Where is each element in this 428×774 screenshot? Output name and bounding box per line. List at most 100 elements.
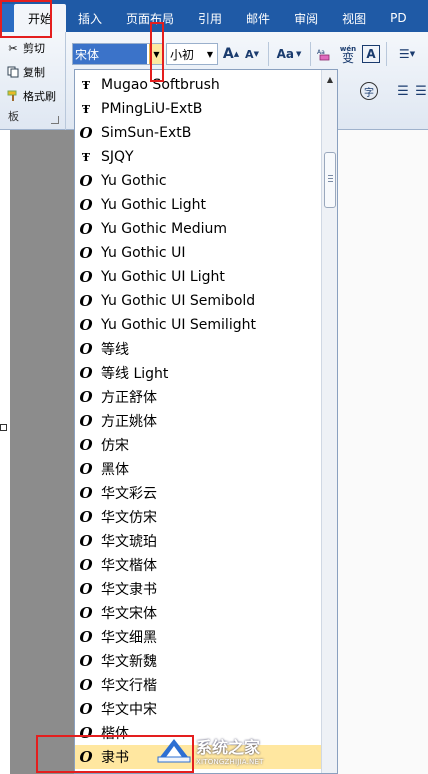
tab-review[interactable]: 审阅 bbox=[282, 4, 330, 32]
font-list-item[interactable]: O 等线 Light bbox=[75, 361, 323, 385]
brush-icon bbox=[6, 89, 20, 103]
font-list-item[interactable]: O SimSun-ExtB bbox=[75, 121, 323, 145]
font-list-item[interactable]: O Yu Gothic UI Semibold bbox=[75, 289, 323, 313]
font-name-label: Yu Gothic bbox=[101, 173, 167, 189]
font-name-label: 黑体 bbox=[101, 462, 129, 478]
opentype-font-icon: O bbox=[79, 268, 93, 286]
font-list-item[interactable]: O 仿宋 bbox=[75, 433, 323, 457]
truetype-font-icon: Ŧ bbox=[81, 150, 91, 164]
format-painter-label: 格式刷 bbox=[23, 90, 56, 103]
watermark: 系统之家 XITONGZHIJIA.NET bbox=[156, 729, 290, 771]
clipboard-group: ✂ 剪切 复制 格式刷 板 bbox=[0, 32, 66, 130]
tab-mailings[interactable]: 邮件 bbox=[234, 4, 282, 32]
phonetic-guide-button[interactable]: wén 变 bbox=[338, 44, 358, 64]
opentype-font-icon: O bbox=[79, 412, 93, 430]
chevron-down-icon[interactable]: ▼ bbox=[203, 44, 217, 64]
character-border-button[interactable]: A bbox=[362, 45, 380, 63]
opentype-font-icon: O bbox=[79, 700, 93, 718]
scroll-thumb[interactable] bbox=[324, 152, 336, 208]
font-list-item[interactable]: O 华文彩云 bbox=[75, 481, 323, 505]
font-list-item[interactable]: O Yu Gothic UI Light bbox=[75, 265, 323, 289]
font-name-label: 方正姚体 bbox=[101, 414, 157, 430]
watermark-name: 系统之家 bbox=[196, 738, 261, 757]
copy-button[interactable]: 复制 bbox=[6, 64, 45, 80]
font-name-label: 等线 bbox=[101, 342, 129, 358]
font-name-label: SimSun-ExtB bbox=[101, 125, 192, 141]
font-list-items: Ŧ Mugao Softbrush Ŧ PMingLiU-ExtB O SimSun-Ex… bbox=[75, 73, 323, 769]
bullets-icon: ☰ bbox=[398, 47, 410, 61]
font-list-item[interactable]: O Yu Gothic Light bbox=[75, 193, 323, 217]
font-list-item[interactable]: O 方正舒体 bbox=[75, 385, 323, 409]
tab-insert[interactable]: 插入 bbox=[66, 4, 114, 32]
font-list-item[interactable]: O 华文楷体 bbox=[75, 553, 323, 577]
opentype-font-icon: O bbox=[79, 196, 93, 214]
clipboard-group-label: 板 bbox=[8, 110, 19, 123]
align-center-button[interactable]: ☰ bbox=[412, 82, 428, 100]
font-list-item[interactable]: O 华文新魏 bbox=[75, 649, 323, 673]
font-name-label: 华文宋体 bbox=[101, 606, 157, 622]
opentype-font-icon: O bbox=[79, 388, 93, 406]
tab-view[interactable]: 视图 bbox=[330, 4, 378, 32]
tab-pdf[interactable]: PD bbox=[378, 4, 418, 32]
font-name-label: 等线 Light bbox=[101, 366, 169, 382]
font-list-item[interactable]: O 等线 bbox=[75, 337, 323, 361]
font-list-item[interactable]: O Yu Gothic Medium bbox=[75, 217, 323, 241]
align-left-button[interactable]: ☰ bbox=[394, 82, 412, 100]
opentype-font-icon: O bbox=[79, 436, 93, 454]
opentype-font-icon: O bbox=[79, 316, 93, 334]
opentype-font-icon: O bbox=[79, 244, 93, 262]
document-page bbox=[338, 130, 428, 774]
align-center-icon: ☰ bbox=[415, 83, 427, 99]
font-name-input[interactable] bbox=[73, 44, 147, 64]
font-list-item[interactable]: O 华文行楷 bbox=[75, 673, 323, 697]
font-size-combobox[interactable]: 小初 ▼ bbox=[166, 43, 218, 65]
grow-font-button[interactable]: A ▲ bbox=[222, 44, 240, 64]
clear-format-button[interactable]: Aa bbox=[315, 44, 333, 64]
opentype-font-icon: O bbox=[79, 604, 93, 622]
font-list-item[interactable]: Ŧ SJQY bbox=[75, 145, 323, 169]
toolbar-divider bbox=[310, 42, 311, 66]
opentype-font-icon: O bbox=[79, 532, 93, 550]
font-list-item[interactable]: O 黑体 bbox=[75, 457, 323, 481]
tab-references[interactable]: 引用 bbox=[186, 4, 234, 32]
opentype-font-icon: O bbox=[79, 484, 93, 502]
font-list-scrollbar[interactable]: ▲ bbox=[321, 70, 337, 773]
font-dropdown-list: Ŧ Mugao Softbrush Ŧ PMingLiU-ExtB O SimSun-Ex… bbox=[74, 69, 338, 774]
font-list-item[interactable]: O 华文宋体 bbox=[75, 601, 323, 625]
shrink-font-button[interactable]: A ▼ bbox=[243, 44, 261, 64]
change-case-icon: Aa bbox=[276, 47, 294, 61]
font-list-item[interactable]: Ŧ Mugao Softbrush bbox=[75, 73, 323, 97]
font-list-item[interactable]: O Yu Gothic bbox=[75, 169, 323, 193]
character-border-icon: A bbox=[366, 47, 376, 61]
change-case-button[interactable]: Aa ▼ bbox=[274, 44, 304, 64]
resize-handle[interactable] bbox=[0, 424, 7, 431]
font-list-item[interactable]: O 华文细黑 bbox=[75, 625, 323, 649]
font-list-item[interactable]: O Yu Gothic UI bbox=[75, 241, 323, 265]
format-painter-button[interactable]: 格式刷 bbox=[6, 88, 56, 104]
font-list-item[interactable]: O 华文中宋 bbox=[75, 697, 323, 721]
font-list-item[interactable]: O 华文琥珀 bbox=[75, 529, 323, 553]
scroll-up-icon[interactable]: ▲ bbox=[323, 72, 337, 86]
font-list-item[interactable]: O 方正姚体 bbox=[75, 409, 323, 433]
font-name-label: PMingLiU-ExtB bbox=[101, 101, 203, 117]
font-list-item[interactable]: Ŧ PMingLiU-ExtB bbox=[75, 97, 323, 121]
toolbar-divider bbox=[386, 42, 387, 66]
opentype-font-icon: O bbox=[79, 580, 93, 598]
font-list-item[interactable]: O Yu Gothic UI Semilight bbox=[75, 313, 323, 337]
font-name-label: Yu Gothic UI Semilight bbox=[101, 317, 256, 333]
copy-label: 复制 bbox=[23, 66, 45, 79]
opentype-font-icon: O bbox=[79, 460, 93, 478]
cut-button[interactable]: ✂ 剪切 bbox=[6, 40, 45, 56]
font-list-item[interactable]: O 华文隶书 bbox=[75, 577, 323, 601]
bullets-button[interactable]: ☰ ▼ bbox=[392, 44, 422, 64]
font-name-label: 方正舒体 bbox=[101, 390, 157, 406]
watermark-logo-icon bbox=[157, 739, 191, 763]
font-list-item[interactable]: O 华文仿宋 bbox=[75, 505, 323, 529]
font-name-label: 华文楷体 bbox=[101, 558, 157, 574]
dialog-launcher-icon[interactable] bbox=[51, 116, 59, 124]
enclose-characters-button[interactable]: 字 bbox=[360, 82, 378, 100]
font-name-label: 华文中宋 bbox=[101, 702, 157, 718]
font-name-label: 华文琥珀 bbox=[101, 534, 157, 550]
opentype-font-icon: O bbox=[79, 652, 93, 670]
opentype-font-icon: O bbox=[79, 508, 93, 526]
